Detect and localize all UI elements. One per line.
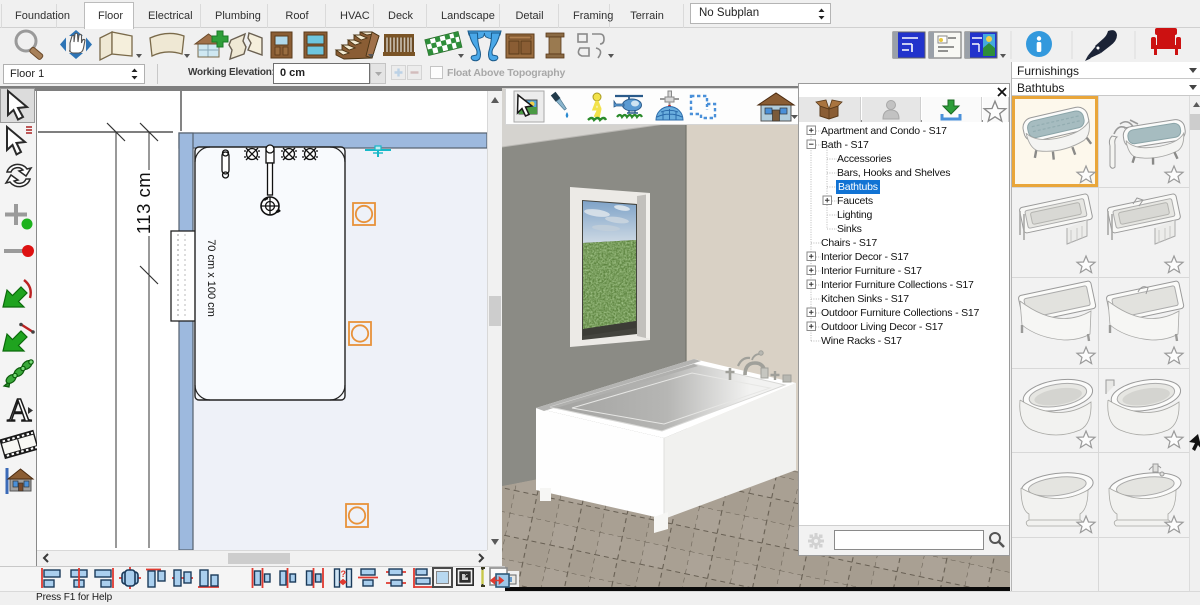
svg-text:70 cm x 100 cm: 70 cm x 100 cm	[205, 239, 217, 317]
svg-text:?: ?	[341, 569, 347, 579]
svg-text:113 cm: 113 cm	[133, 172, 154, 234]
